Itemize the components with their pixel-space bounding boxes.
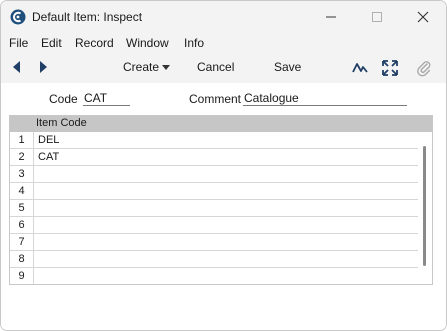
table-header: Item Code [10,116,432,132]
menu-window[interactable]: Window [126,36,169,50]
activity-icon[interactable] [351,59,369,77]
row-number: 6 [10,217,34,233]
table-row[interactable]: 8 [10,251,418,268]
menu-bar: File Edit Record Window Info [1,33,446,53]
code-label: Code [49,92,78,106]
menu-file[interactable]: File [9,36,28,50]
minimize-icon [326,16,336,18]
menu-info[interactable]: Info [184,36,204,50]
item-code-table: Item Code 1 DEL 2 CAT 3 4 5 6 7 8 9 [9,115,433,285]
row-number: 7 [10,234,34,250]
arrow-left-icon[interactable] [10,59,24,75]
table-row[interactable]: 9 [10,268,418,285]
row-number: 5 [10,200,34,216]
close-button[interactable] [400,1,446,33]
caret-down-icon[interactable] [162,65,170,71]
paperclip-icon[interactable] [415,59,433,77]
row-number: 8 [10,251,34,267]
row-number: 2 [10,149,34,165]
row-number: 3 [10,166,34,182]
table-row[interactable]: 1 DEL [10,132,418,149]
table-row[interactable]: 4 [10,183,418,200]
form-content: Code CAT Comment Catalogue Item Code 1 D… [1,83,446,330]
arrow-right-icon[interactable] [36,59,50,75]
item-code-cell[interactable]: DEL [38,132,59,148]
menu-edit[interactable]: Edit [41,36,62,50]
save-button[interactable]: Save [274,60,301,74]
toolbar: Create Cancel Save [1,53,446,83]
close-icon [417,11,429,23]
row-number: 9 [10,268,34,284]
vertical-scrollbar[interactable] [423,146,426,266]
expand-icon[interactable] [381,59,399,77]
item-code-cell[interactable]: CAT [38,149,59,165]
inspect-window: Default Item: Inspect File Edit Record W… [0,0,447,331]
comment-field[interactable]: Catalogue [243,91,407,106]
table-row[interactable]: 7 [10,234,418,251]
app-logo-icon [10,9,26,25]
comment-label: Comment [189,92,242,106]
title-bar: Default Item: Inspect [1,1,446,33]
window-title: Default Item: Inspect [32,10,143,24]
create-button[interactable]: Create [123,60,159,74]
table-row[interactable]: 3 [10,166,418,183]
maximize-button[interactable] [354,1,400,33]
column-header-item-code[interactable]: Item Code [36,117,87,129]
maximize-icon [372,12,382,22]
row-number: 1 [10,132,34,148]
code-field[interactable]: CAT [83,91,130,106]
minimize-button[interactable] [308,1,354,33]
table-row[interactable]: 2 CAT [10,149,418,166]
row-number: 4 [10,183,34,199]
cancel-button[interactable]: Cancel [197,60,234,74]
menu-record[interactable]: Record [75,36,114,50]
table-row[interactable]: 6 [10,217,418,234]
table-row[interactable]: 5 [10,200,418,217]
